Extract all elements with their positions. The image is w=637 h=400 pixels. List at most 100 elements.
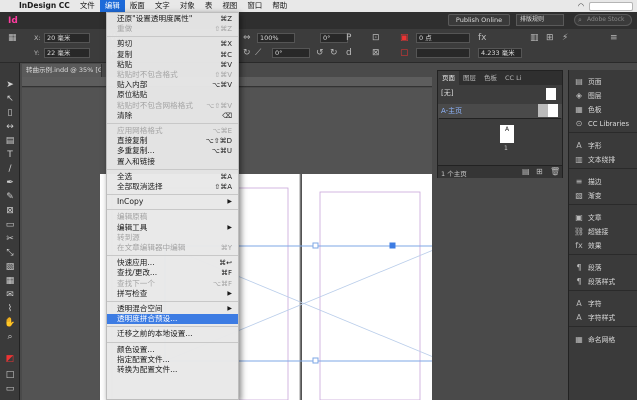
line-tool-icon[interactable]: / [4,163,16,175]
edit-menu-item[interactable]: 还原"设置透明度属性" ⌘Z [107,14,238,24]
menu-type[interactable]: 文字 [150,0,175,12]
dock-item-cc-libraries[interactable]: ⊙ CC Libraries [573,118,637,130]
rotation-angle-field[interactable]: 0° [272,48,310,58]
delete-page-icon[interactable]: 🗑 [550,167,560,176]
tab-pages[interactable]: 页面 [438,71,459,85]
dock-item-text-wrap[interactable]: ▥ 文本绕排 [573,154,637,166]
edit-menu-item[interactable]: 复制 ⌘C [107,50,238,60]
dock-item-effects[interactable]: fx 效果 [573,240,637,252]
page-1-thumbnail[interactable]: A [500,125,514,143]
note-tool-icon[interactable]: ✉ [4,289,16,301]
dock-item-paragraph-styles[interactable]: ¶ 段落样式 [573,276,637,288]
fill-swatch-icon[interactable]: ▣ [400,33,409,43]
edit-menu-item[interactable]: 剪切 ⌘X [107,39,238,49]
content-collector-icon[interactable]: ▤ [4,135,16,147]
menu-view[interactable]: 视图 [217,0,242,12]
selection-tool-icon[interactable]: ➤ [4,79,16,91]
menu-app-name[interactable]: InDesign CC [14,0,75,12]
flip-vertical-icon[interactable]: d [346,48,352,58]
pencil-tool-icon[interactable]: ✎ [4,191,16,203]
gap-tool-icon[interactable]: ↔ [4,121,16,133]
menu-file[interactable]: 文件 [75,0,100,12]
workspace-switcher[interactable]: 排版规则 [516,14,564,26]
dock-item-pages[interactable]: ▤ 页面 [573,76,637,88]
gradient-tool-icon[interactable]: ▧ [4,261,16,273]
adobe-stock-search[interactable]: ⌕ Adobe Stock [574,14,632,26]
scissors-tool-icon[interactable]: ✂ [4,233,16,245]
menu-layout[interactable]: 版面 [125,0,150,12]
edit-menu-item[interactable]: 透明混合空间 ▶ [107,304,238,314]
stroke-weight-field[interactable]: 0 点 [416,33,470,43]
edit-menu-item[interactable]: 迁移之前的本地设置... [107,329,238,339]
rectangle-tool-icon[interactable]: ▭ [4,219,16,231]
dock-item-paragraph[interactable]: ¶ 段落 [573,262,637,274]
reference-point-icon[interactable]: ▦ [8,33,17,43]
new-page-icon[interactable]: ⊞ [536,167,543,176]
menu-edit[interactable]: 编辑 [99,0,125,12]
shear-angle-field[interactable]: 0° [320,33,348,43]
y-position-field[interactable]: 22 毫米 [44,48,90,58]
edit-menu-item[interactable]: InCopy ▶ [107,197,238,207]
edit-page-size-icon[interactable]: ▤ [522,167,530,176]
master-none-item[interactable]: [无] [441,88,453,98]
edit-menu-item[interactable]: 直接复制 ⌥⇧⌘D [107,136,238,146]
hand-tool-icon[interactable]: ✋ [4,317,16,329]
edit-menu-item[interactable]: 颜色设置... [107,345,238,355]
dock-item-named-grid[interactable]: ▦ 命名网格 [573,334,637,346]
stroke-type-field[interactable] [416,48,470,58]
tab-swatches[interactable]: 色板 [480,71,501,85]
x-position-field[interactable]: 20 毫米 [44,33,90,43]
direct-selection-tool-icon[interactable]: ↖ [4,93,16,105]
edit-menu-item[interactable]: 拼写检查 ▶ [107,289,238,299]
edit-menu-item[interactable]: 全选 ⌘A [107,172,238,182]
menu-object[interactable]: 对象 [175,0,200,12]
dock-item-swatches[interactable]: ▦ 色板 [573,104,637,116]
edit-menu-item[interactable]: 快速应用... ⌘↩ [107,258,238,268]
edit-menu-item[interactable]: 原位粘贴 [107,90,238,100]
edit-menu-item[interactable]: 全部取消选择 ⇧⌘A [107,182,238,192]
document-tab[interactable]: 转曲示例.indd @ 35% [GPU 预览] [22,64,102,77]
edit-menu-item[interactable]: 指定配置文件... [107,355,238,365]
pen-tool-icon[interactable]: ✒ [4,177,16,189]
type-tool-icon[interactable]: T [4,149,16,161]
flip-horizontal-icon[interactable]: P [346,33,351,43]
edit-menu-item[interactable]: 透明度拼合预设... [107,314,238,325]
free-transform-tool-icon[interactable]: ⤡ [4,247,16,259]
dock-item-layers[interactable]: ◈ 图层 [573,90,637,102]
scale-x-field[interactable]: 100% [257,33,295,43]
menu-help[interactable]: 帮助 [267,0,292,12]
fill-stroke-swatch-icon[interactable]: ◩ [4,353,16,365]
select-container-icon[interactable]: ⊡ [372,33,380,43]
edit-menu-item[interactable]: 转换为配置文件... [107,365,238,375]
rotate-ccw-icon[interactable]: ↺ [316,48,324,58]
rotate-cw-icon[interactable]: ↻ [330,48,338,58]
dock-item-stroke[interactable]: ≡ 描边 [573,176,637,188]
quick-apply-icon[interactable]: ⚡ [562,33,568,43]
edit-menu-item[interactable]: 贴入内部 ⌥⌘V [107,80,238,90]
dock-item-gradient[interactable]: ▧ 渐变 [573,190,637,202]
edit-menu-item[interactable]: 清除 ⌫ [107,111,238,121]
tab-cc-libraries[interactable]: CC Li [501,71,526,85]
rectangle-frame-tool-icon[interactable]: ⊠ [4,205,16,217]
align-icon[interactable]: ⊞ [546,33,554,43]
corner-size-field[interactable]: 4.233 毫米 [478,48,522,58]
effects-fx-icon[interactable]: fx [478,33,487,43]
dock-item-character[interactable]: A 字形 [573,140,637,152]
edit-menu-item[interactable]: 编辑工具 ▶ [107,223,238,233]
dock-item-character-panel[interactable]: A 字符 [573,298,637,310]
dock-item-articles[interactable]: ▣ 文章 [573,212,637,224]
edit-menu-item[interactable]: 粘贴 ⌘V [107,60,238,70]
edit-menu-item[interactable]: 多重复制... ⌥⌘U [107,146,238,156]
spotlight-search-field[interactable] [589,1,633,11]
edit-menu-item[interactable]: 查找/更改... ⌘F [107,268,238,278]
dock-item-hyperlinks[interactable]: ⛓ 超链接 [573,226,637,238]
formatting-affects-container-icon[interactable]: □ [4,369,16,381]
menu-table[interactable]: 表 [200,0,218,12]
menu-window[interactable]: 窗口 [242,0,267,12]
select-content-icon[interactable]: ⊠ [372,48,380,58]
screen-mode-icon[interactable]: ▭ [4,383,16,395]
panel-menu-icon[interactable]: ≡ [610,33,618,43]
zoom-tool-icon[interactable]: ⌕ [4,331,16,343]
publish-online-button[interactable]: Publish Online [448,14,510,26]
tab-layers[interactable]: 图层 [459,71,480,85]
